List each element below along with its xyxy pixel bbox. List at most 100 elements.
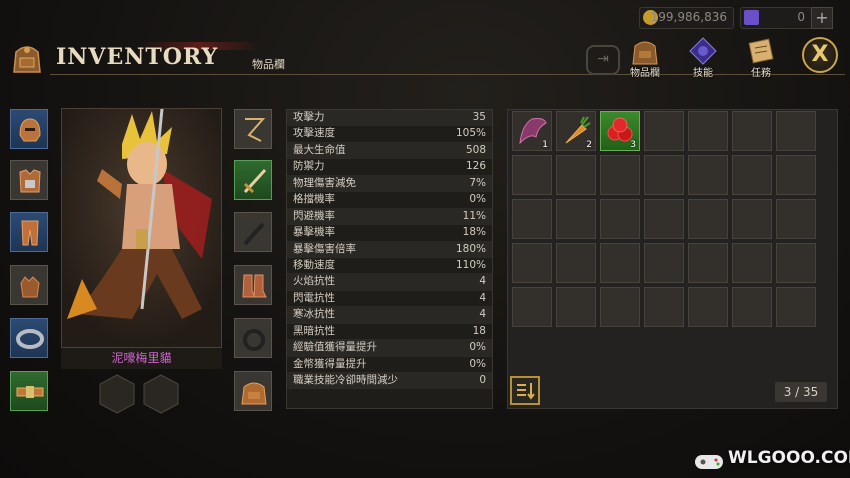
bracelet-icon	[16, 329, 44, 349]
inventory-empty-slot[interactable]	[776, 243, 816, 283]
inventory-empty-slot[interactable]	[688, 111, 728, 151]
inventory-empty-slot[interactable]	[644, 287, 684, 327]
inventory-empty-slot[interactable]	[776, 155, 816, 195]
ring-silhouette-icon	[243, 329, 265, 351]
inventory-empty-slot[interactable]	[644, 111, 684, 151]
rune-slot-2[interactable]	[143, 374, 179, 414]
backpack-slot-icon	[241, 382, 267, 405]
equip-slot-weapon[interactable]	[234, 160, 272, 200]
sort-button[interactable]	[510, 376, 540, 405]
rune-slot-1[interactable]	[99, 374, 135, 414]
inventory-item-slot[interactable]: 3	[600, 111, 640, 151]
inventory-empty-slot[interactable]	[776, 287, 816, 327]
inventory-empty-slot[interactable]	[732, 243, 772, 283]
gold-currency: 199,986,836	[639, 7, 734, 29]
page-title: INVENTORY	[56, 44, 219, 70]
exit-door-button[interactable]: ⇥	[586, 45, 620, 75]
tab-skills[interactable]: 技能	[680, 36, 726, 79]
close-button[interactable]: X	[802, 37, 838, 73]
equip-slot-bag[interactable]	[234, 371, 272, 411]
inventory-empty-slot[interactable]	[556, 243, 596, 283]
stat-row: 火焰抗性 4	[287, 274, 492, 291]
equip-slot-boots[interactable]	[234, 265, 272, 305]
equip-slot-bracelet[interactable]	[10, 318, 48, 358]
gem-currency: 0	[740, 7, 812, 29]
leg-armor-icon	[21, 220, 39, 246]
purple-gem-icon	[744, 10, 759, 25]
gloves-icon	[20, 276, 40, 298]
watermark-text: WLGOOO.COM	[728, 448, 850, 468]
stat-row: 暴擊機率 18%	[287, 225, 492, 242]
equip-slot-legs[interactable]	[10, 212, 48, 252]
inventory-empty-slot[interactable]	[600, 287, 640, 327]
inventory-empty-slot[interactable]	[688, 155, 728, 195]
stat-row: 防禦力 126	[287, 159, 492, 176]
sort-icon	[517, 383, 535, 400]
inventory-empty-slot[interactable]	[556, 287, 596, 327]
inventory-empty-slot[interactable]	[732, 287, 772, 327]
inventory-empty-slot[interactable]	[776, 199, 816, 239]
equip-slot-necklace[interactable]	[234, 109, 272, 149]
stat-row: 攻擊力 35	[287, 110, 492, 127]
stat-row: 最大生命值 508	[287, 142, 492, 160]
stat-row: 閃避機率 11%	[287, 208, 492, 226]
inventory-empty-slot[interactable]	[776, 111, 816, 151]
equip-slot-chest[interactable]	[10, 160, 48, 200]
gamepad-logo-icon	[695, 455, 723, 469]
inventory-empty-slot[interactable]	[688, 287, 728, 327]
sword-icon	[243, 168, 267, 194]
inventory-empty-slot[interactable]	[512, 287, 552, 327]
chest-armor-icon	[19, 169, 41, 193]
page-subtitle: 物品欄	[252, 58, 285, 71]
inventory-empty-slot[interactable]	[644, 199, 684, 239]
inventory-empty-slot[interactable]	[688, 199, 728, 239]
tab-quests[interactable]: 任務	[738, 36, 784, 79]
necklace-icon	[245, 118, 266, 142]
inventory-empty-slot[interactable]	[644, 155, 684, 195]
item-count: 2	[586, 140, 592, 150]
stat-row: 寒冰抗性 4	[287, 307, 492, 324]
inventory-empty-slot[interactable]	[512, 155, 552, 195]
inventory-item-slot[interactable]: 2	[556, 111, 596, 151]
stat-row: 職業技能冷卻時間減少 0	[287, 373, 492, 390]
backpack-icon	[632, 41, 658, 65]
stat-row: 經驗值獲得量提升 0%	[287, 340, 492, 357]
add-gems-button[interactable]: +	[811, 7, 833, 29]
inventory-item-slot[interactable]: 1	[512, 111, 552, 151]
inventory-empty-slot[interactable]	[600, 243, 640, 283]
stat-row: 暴擊傷害倍率 180%	[287, 241, 492, 258]
tab-inventory[interactable]: 物品欄	[622, 36, 668, 79]
inventory-empty-slot[interactable]	[556, 199, 596, 239]
inventory-empty-slot[interactable]	[732, 199, 772, 239]
character-name: 泥嚎梅里貓	[61, 347, 222, 369]
stat-row: 黑暗抗性 18	[287, 324, 492, 341]
inventory-empty-slot[interactable]	[732, 111, 772, 151]
inventory-empty-slot[interactable]	[600, 155, 640, 195]
inventory-empty-slot[interactable]	[556, 155, 596, 195]
inventory-empty-slot[interactable]	[600, 199, 640, 239]
item-count: 1	[542, 140, 548, 150]
stat-row: 物理傷害減免 7%	[287, 175, 492, 193]
belt-icon	[16, 386, 44, 398]
equip-slot-ring[interactable]	[234, 318, 272, 358]
inventory-capacity: 3 / 35	[775, 382, 827, 402]
inventory-empty-slot[interactable]	[688, 243, 728, 283]
inventory-empty-slot[interactable]	[512, 243, 552, 283]
inventory-empty-slot[interactable]	[644, 243, 684, 283]
stat-row: 金幣獲得量提升 0%	[287, 357, 492, 373]
equip-slot-helmet[interactable]	[10, 109, 48, 149]
hero-illustration	[62, 109, 221, 349]
item-count: 3	[630, 140, 636, 150]
stat-row: 攻擊速度 105%	[287, 126, 492, 143]
stat-row: 格擋機率 0%	[287, 192, 492, 209]
inventory-empty-slot[interactable]	[732, 155, 772, 195]
equip-slot-gloves[interactable]	[10, 265, 48, 305]
equip-slot-belt[interactable]	[10, 371, 48, 411]
equip-slot-offhand[interactable]	[234, 212, 272, 252]
helmet-icon	[19, 118, 41, 142]
stats-panel: 攻擊力 35 攻擊速度 105% 最大生命值 508 防禦力 126 物理傷害減免 7% …	[286, 109, 493, 409]
skill-rune-icon	[689, 37, 717, 65]
backpack-logo-icon	[13, 46, 41, 73]
stat-row: 閃電抗性 4	[287, 291, 492, 308]
inventory-empty-slot[interactable]	[512, 199, 552, 239]
